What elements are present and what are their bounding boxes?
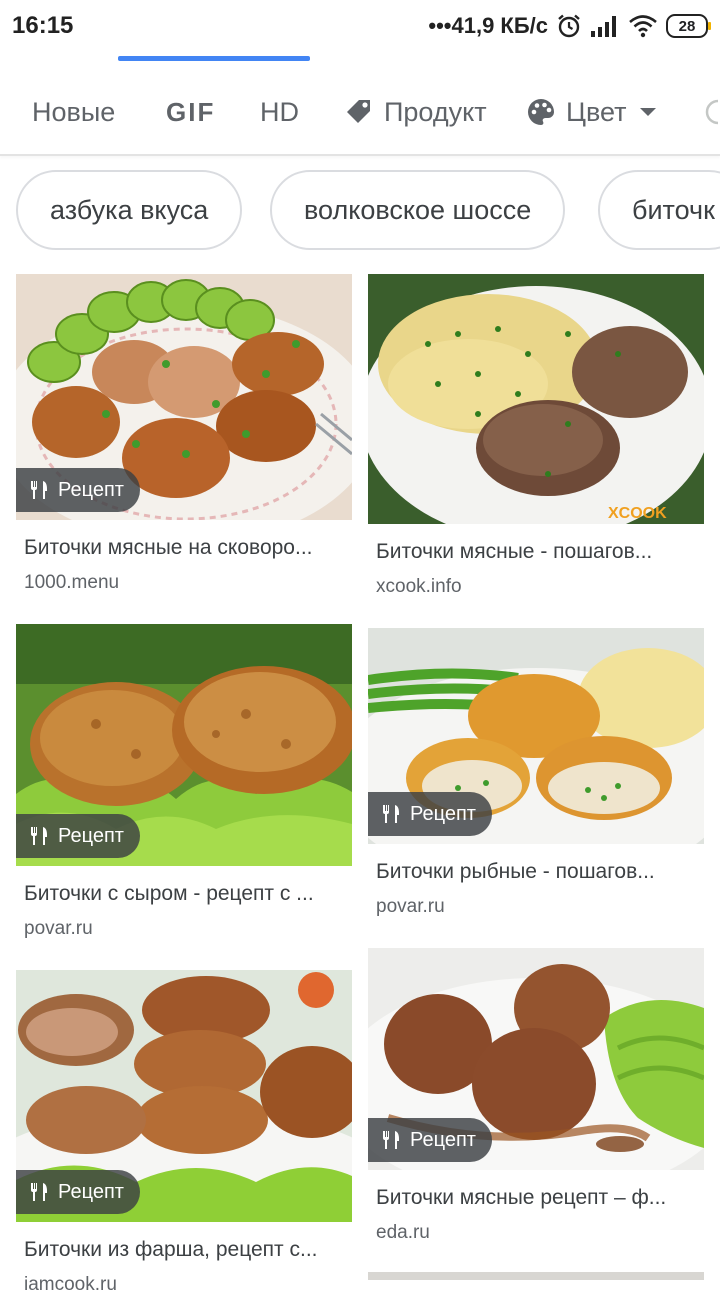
xcook-watermark: XCOOK (608, 505, 667, 522)
battery-icon: 28 (666, 14, 711, 38)
dropdown-arrow-icon (639, 106, 657, 118)
cutlery-icon (383, 1131, 399, 1149)
filter-color[interactable]: Цвет (526, 94, 657, 130)
cutlery-icon (31, 1183, 47, 1201)
result-title[interactable]: Биточки мясные - пошагов... (376, 540, 696, 564)
filter-product[interactable]: Продукт (344, 94, 487, 130)
cutlery-icon (31, 827, 47, 845)
filter-product-label: Продукт (384, 96, 487, 127)
result-card[interactable]: Рецепт Биточки с сыром - рецепт с ... po… (16, 624, 352, 940)
cutlery-icon (383, 805, 399, 823)
result-source: povar.ru (376, 896, 445, 917)
signal-icon (590, 14, 620, 38)
result-title[interactable]: Биточки с сыром - рецепт с ... (24, 882, 344, 906)
result-image[interactable]: Рецепт (368, 628, 704, 844)
network-speed: •••41,9 КБ/с (428, 13, 548, 38)
filter-hd-label: HD (260, 96, 299, 127)
status-bar: 16:15 •••41,9 КБ/с 28 (0, 0, 720, 52)
status-icons: •••41,9 КБ/с 28 (428, 10, 711, 42)
filter-new-label: Новые (32, 96, 116, 127)
result-image[interactable]: XCOOK (368, 274, 704, 524)
status-time: 16:15 (12, 12, 74, 39)
recipe-badge-label: Рецепт (58, 1180, 124, 1203)
wifi-icon (628, 14, 658, 38)
recipe-badge: Рецепт (16, 814, 140, 858)
result-source: eda.ru (376, 1222, 430, 1243)
result-title[interactable]: Биточки рыбные - пошагов... (376, 860, 696, 884)
recipe-badge: Рецепт (16, 1170, 140, 1214)
recipe-badge-label: Рецепт (410, 802, 476, 825)
result-source: iamcook.ru (24, 1274, 117, 1295)
tag-icon (344, 97, 374, 127)
palette-icon (526, 97, 556, 127)
filter-more-clipped[interactable] (704, 94, 720, 130)
result-card[interactable]: XCOOK Биточки мясные - пошагов... xcook.… (368, 274, 704, 598)
more-filter-icon (705, 99, 719, 125)
filter-color-label: Цвет (566, 96, 627, 127)
chip-volkovskoe-shosse[interactable]: волковское шоссе (270, 170, 566, 250)
suggestion-chips: азбука вкуса волковское шоссе биточк (0, 168, 720, 256)
alarm-icon (556, 13, 582, 39)
result-title[interactable]: Биточки мясные рецепт – ф... (376, 1186, 696, 1210)
recipe-badge-label: Рецепт (410, 1128, 476, 1151)
chip-label: биточк (632, 194, 715, 225)
result-image[interactable]: Рецепт (16, 624, 352, 866)
filter-hd[interactable]: HD (260, 94, 299, 130)
result-title[interactable]: Биточки из фарша, рецепт с... (24, 1238, 344, 1262)
result-card[interactable]: Рецепт Биточки рыбные - пошагов... povar… (368, 628, 704, 918)
result-source: povar.ru (24, 918, 93, 939)
cutlery-icon (31, 481, 47, 499)
result-source: 1000.menu (24, 572, 120, 593)
chip-bitochki[interactable]: биточк (598, 170, 720, 250)
filter-gif[interactable]: GIF (166, 94, 215, 130)
chip-label: азбука вкуса (50, 194, 209, 225)
filter-gif-label: GIF (166, 96, 216, 127)
filter-bar: Новые GIF HD Продукт Цвет (0, 62, 720, 156)
recipe-badge-label: Рецепт (58, 824, 124, 847)
recipe-badge: Рецепт (368, 1118, 492, 1162)
filter-new[interactable]: Новые (32, 94, 115, 130)
result-card[interactable]: Рецепт Биточки мясные на сковоро... 1000… (16, 274, 352, 594)
result-image[interactable]: Рецепт (368, 948, 704, 1170)
recipe-badge: Рецепт (368, 792, 492, 836)
result-card[interactable]: Рецепт Биточки мясные рецепт – ф... eda.… (368, 948, 704, 1244)
result-image[interactable]: Рецепт (16, 970, 352, 1222)
chip-label: волковское шоссе (304, 194, 532, 225)
result-image-partial[interactable] (368, 1272, 704, 1280)
chip-azbuka-vkusa[interactable]: азбука вкуса (16, 170, 243, 250)
selected-tab-indicator (118, 56, 310, 61)
result-image[interactable]: Рецепт (16, 274, 352, 520)
result-title[interactable]: Биточки мясные на сковоро... (24, 536, 344, 560)
recipe-badge: Рецепт (16, 468, 140, 512)
result-card[interactable]: Рецепт Биточки из фарша, рецепт с... iam… (16, 970, 352, 1296)
recipe-badge-label: Рецепт (58, 478, 124, 501)
result-source: xcook.info (376, 576, 462, 597)
